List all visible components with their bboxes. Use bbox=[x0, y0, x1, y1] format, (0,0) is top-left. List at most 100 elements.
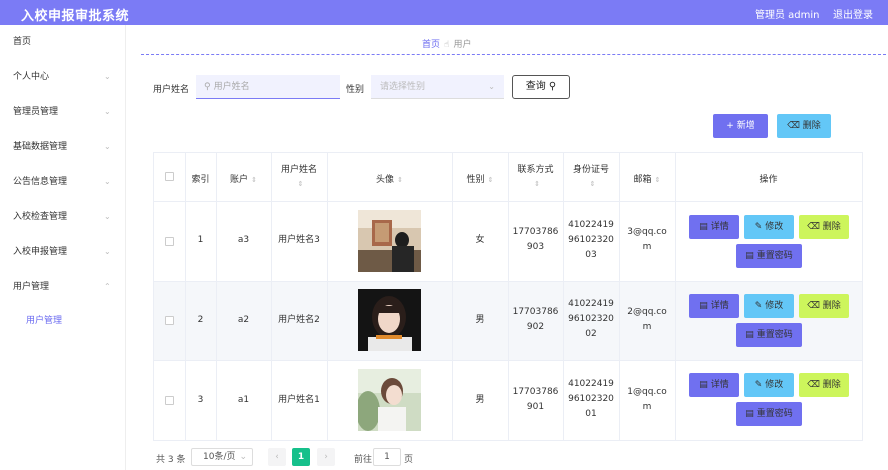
column-header-phone[interactable]: 联系方式 ⇕ bbox=[508, 163, 563, 191]
main-content: 首页 ☝ 用户 用户姓名 ⚲ 用户姓名 性别 请选择性别 ⌄ 查询 ⚲ + 新增 ⌫ … bbox=[127, 25, 888, 470]
sidebar-subitem-label: 用户管理 bbox=[26, 316, 63, 326]
admin-user-label[interactable]: 管理员 admin bbox=[755, 6, 820, 21]
avatar-image[interactable] bbox=[358, 289, 421, 351]
page-number-current[interactable]: 1 bbox=[292, 448, 310, 466]
sort-icon[interactable]: ⇕ bbox=[655, 176, 661, 184]
row-checkbox[interactable] bbox=[165, 396, 174, 405]
edit-button[interactable]: ✎ 修改 bbox=[744, 373, 794, 397]
sidebar-item-label: 公告信息管理 bbox=[13, 177, 68, 187]
column-header-avatar[interactable]: 头像 ⇕ bbox=[327, 172, 452, 185]
sidebar-item-announcements[interactable]: 公告信息管理 ⌄ bbox=[0, 172, 126, 192]
sidebar-item-entry-check[interactable]: 入校检查管理 ⌄ bbox=[0, 207, 126, 227]
sort-icon[interactable]: ⇕ bbox=[488, 176, 494, 184]
document-icon: ▤ bbox=[699, 301, 708, 311]
cell-name: 用户姓名3 bbox=[278, 235, 320, 245]
sidebar-item-label: 个人中心 bbox=[13, 72, 50, 82]
breadcrumb-current: 用户 bbox=[453, 40, 472, 50]
page-unit-label: 页 bbox=[404, 455, 414, 465]
sort-icon[interactable]: ⇕ bbox=[298, 180, 304, 188]
username-search-input[interactable]: ⚲ 用户姓名 bbox=[196, 75, 340, 99]
page-size-select[interactable]: 10条/页 ⌄ bbox=[191, 448, 253, 466]
cell-name: 用户姓名2 bbox=[278, 315, 320, 325]
gender-select[interactable]: 请选择性别 ⌄ bbox=[371, 75, 504, 99]
delete-button[interactable]: ⌫ 删除 bbox=[799, 215, 849, 239]
cell-phone: 17703786 901 bbox=[512, 387, 559, 412]
detail-button[interactable]: ▤ 详情 bbox=[689, 294, 739, 318]
sort-icon[interactable]: ⇕ bbox=[534, 180, 540, 188]
chevron-down-icon: ⌄ bbox=[104, 247, 111, 256]
delete-button[interactable]: ⌫ 删除 bbox=[799, 373, 849, 397]
sidebar-item-basic-data[interactable]: 基础数据管理 ⌄ bbox=[0, 137, 126, 157]
chevron-up-icon: ⌃ bbox=[104, 282, 111, 291]
cell-account: a1 bbox=[237, 395, 250, 405]
hand-icon: ☝ bbox=[444, 40, 450, 50]
trash-icon: ⌫ bbox=[807, 301, 820, 311]
divider bbox=[141, 54, 886, 55]
column-header-gender[interactable]: 性别 ⇕ bbox=[452, 172, 508, 185]
username-label: 用户姓名 bbox=[153, 85, 190, 95]
row-checkbox[interactable] bbox=[165, 316, 174, 325]
sidebar: 首页 个人中心 ⌄ 管理员管理 ⌄ 基础数据管理 ⌄ 公告信息管理 ⌄ 入校检查… bbox=[0, 25, 126, 470]
cell-email: 1@qq.co m bbox=[627, 387, 667, 412]
detail-button[interactable]: ▤ 详情 bbox=[689, 373, 739, 397]
sidebar-item-label: 基础数据管理 bbox=[13, 142, 68, 152]
chevron-down-icon: ⌄ bbox=[104, 142, 111, 151]
gender-placeholder: 请选择性别 bbox=[380, 82, 426, 92]
cell-index: 1 bbox=[197, 235, 204, 245]
row-checkbox[interactable] bbox=[165, 237, 174, 246]
user-table: 索引 账户 ⇕ 用户姓名 ⇕ 头像 ⇕ 性别 ⇕ 联系方式 ⇕ 身份证号 ⇕ 邮箱 ⇕ 操作 … bbox=[153, 152, 863, 441]
reset-password-button[interactable]: ▤ 重置密码 bbox=[736, 402, 802, 426]
select-all-checkbox[interactable] bbox=[165, 172, 174, 181]
detail-button[interactable]: ▤ 详情 bbox=[689, 215, 739, 239]
document-icon: ▤ bbox=[745, 409, 754, 419]
app-title: 入校申报审批系统 bbox=[21, 9, 130, 24]
cell-account: a2 bbox=[237, 315, 250, 325]
breadcrumb-home[interactable]: 首页 bbox=[422, 40, 440, 50]
trash-icon: ⌫ bbox=[807, 222, 820, 232]
column-header-account[interactable]: 账户 ⇕ bbox=[216, 172, 271, 185]
edit-button[interactable]: ✎ 修改 bbox=[744, 294, 794, 318]
reset-password-button[interactable]: ▤ 重置密码 bbox=[736, 323, 802, 347]
column-header-idcard[interactable]: 身份证号 ⇕ bbox=[563, 163, 619, 191]
sidebar-item-user-management[interactable]: 用户管理 ⌃ bbox=[0, 277, 126, 297]
sidebar-item-personal-center[interactable]: 个人中心 ⌄ bbox=[0, 67, 126, 87]
query-button[interactable]: 查询 ⚲ bbox=[512, 75, 570, 99]
sidebar-item-home[interactable]: 首页 bbox=[0, 32, 126, 52]
delete-button[interactable]: ⌫ 删除 bbox=[799, 294, 849, 318]
add-label: 新增 bbox=[736, 121, 755, 131]
sidebar-item-label: 首页 bbox=[13, 37, 32, 47]
sidebar-item-entry-declaration[interactable]: 入校申报管理 ⌄ bbox=[0, 242, 126, 262]
chevron-down-icon: ⌄ bbox=[104, 72, 111, 81]
chevron-down-icon: ⌄ bbox=[104, 107, 111, 116]
document-icon: ▤ bbox=[699, 222, 708, 232]
avatar-image[interactable] bbox=[358, 369, 421, 431]
sidebar-item-label: 入校申报管理 bbox=[13, 247, 68, 257]
sort-icon[interactable]: ⇕ bbox=[251, 176, 257, 184]
cell-index: 2 bbox=[197, 315, 204, 325]
sort-icon[interactable]: ⇕ bbox=[397, 176, 403, 184]
avatar-image[interactable] bbox=[358, 210, 421, 272]
column-header-username[interactable]: 用户姓名 ⇕ bbox=[271, 163, 327, 191]
pencil-icon: ✎ bbox=[754, 301, 763, 311]
cell-phone: 17703786 903 bbox=[512, 227, 559, 252]
logout-link[interactable]: 退出登录 bbox=[833, 6, 873, 21]
batch-delete-button[interactable]: ⌫ 删除 bbox=[777, 114, 831, 138]
next-page-button[interactable]: › bbox=[317, 448, 335, 466]
sidebar-item-admin-management[interactable]: 管理员管理 ⌄ bbox=[0, 102, 126, 122]
pagination-total: 共 3 条 bbox=[156, 455, 186, 465]
prev-page-button[interactable]: ‹ bbox=[268, 448, 286, 466]
gender-label: 性别 bbox=[346, 85, 365, 95]
query-label: 查询 bbox=[525, 81, 546, 92]
reset-password-button[interactable]: ▤ 重置密码 bbox=[736, 244, 802, 268]
cell-email: 2@qq.co m bbox=[627, 307, 667, 332]
sort-icon[interactable]: ⇕ bbox=[590, 180, 596, 188]
cell-phone: 17703786 902 bbox=[512, 307, 559, 332]
sidebar-subitem-user-management[interactable]: 用户管理 bbox=[0, 311, 126, 331]
trash-icon: ⌫ bbox=[807, 380, 820, 390]
goto-label: 前往 bbox=[354, 455, 373, 465]
add-button[interactable]: + 新增 bbox=[713, 114, 768, 138]
goto-page-input[interactable]: 1 bbox=[373, 448, 401, 466]
column-header-email[interactable]: 邮箱 ⇕ bbox=[619, 172, 675, 185]
edit-button[interactable]: ✎ 修改 bbox=[744, 215, 794, 239]
cell-gender: 男 bbox=[475, 315, 485, 325]
